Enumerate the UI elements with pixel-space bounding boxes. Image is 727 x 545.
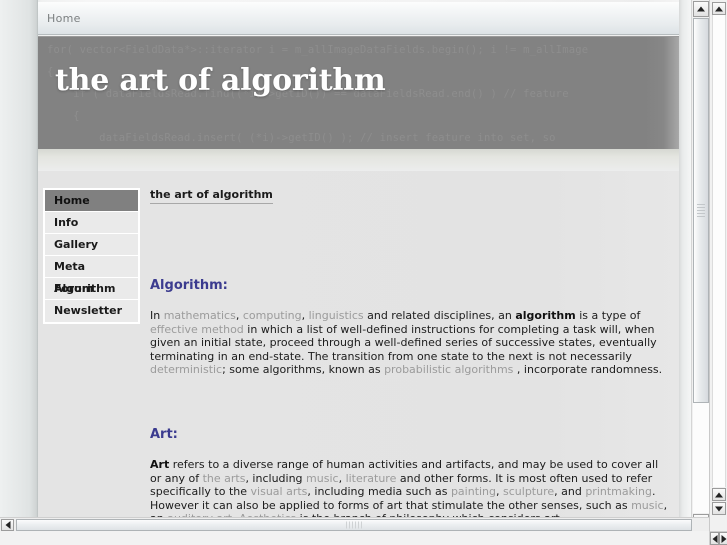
banner-edge-fade [645, 37, 679, 149]
window-scroll-up-secondary-button[interactable] [712, 488, 726, 501]
inline-link[interactable]: deterministic [150, 363, 222, 376]
topnav-item-home[interactable]: Home [47, 12, 81, 25]
inline-link[interactable]: sculpture [503, 485, 554, 498]
inline-link[interactable]: mathematics [164, 309, 236, 322]
inline-link[interactable]: music [631, 499, 664, 512]
inline-link[interactable]: literature [346, 472, 397, 485]
inline-link[interactable]: probabilistic algorithms [384, 363, 513, 376]
section-heading: Algorithm: [150, 278, 228, 293]
body-text: , including media such as [307, 485, 451, 499]
inline-link[interactable]: effective method [150, 323, 244, 336]
sidebar-menu: HomeInfoGalleryMeta AlgorithmForumNewsle… [43, 188, 140, 324]
body-text: , and [554, 485, 586, 499]
body-text: In [150, 309, 164, 322]
section-heading: Art: [150, 426, 178, 442]
body-text: and related disciplines, an [363, 309, 516, 322]
body-text: , [301, 309, 309, 322]
sidebar-item-newsletter[interactable]: Newsletter [45, 300, 138, 322]
inline-link[interactable]: linguistics [309, 309, 364, 322]
heading-spacer [150, 204, 670, 228]
inline-link[interactable]: music [306, 472, 339, 485]
body-text: , [338, 471, 346, 485]
page-viewport: Home for( vector<FieldData*>::iterator i… [0, 0, 709, 531]
inline-link[interactable]: computing [243, 309, 302, 322]
triangle-left-icon [5, 521, 10, 529]
emphasis-text: algorithm [515, 309, 576, 322]
triangle-up-icon [715, 492, 723, 497]
window-scroll-left-button[interactable] [710, 532, 719, 545]
inline-link[interactable]: painting [451, 485, 496, 498]
body-text: is a type of [575, 309, 641, 322]
page-vertical-scrollbar[interactable] [691, 0, 709, 531]
window-scroll-track[interactable] [712, 15, 726, 487]
inline-link[interactable]: the arts [203, 472, 246, 485]
sidebar-item-meta-algorithm[interactable]: Meta Algorithm [45, 256, 138, 295]
horizontal-scroll-thumb[interactable] [16, 519, 692, 531]
inline-link[interactable]: printmaking [585, 485, 652, 498]
body-text: , incorporate randomness. [513, 363, 663, 377]
page-horizontal-scrollbar[interactable] [0, 517, 709, 531]
paragraph: Art refers to a diverse range of human a… [150, 458, 670, 526]
scroll-left-button[interactable] [1, 519, 14, 531]
site-title: the art of algorithm [55, 63, 386, 98]
article-column: the art of algorithm Algorithm: In mathem… [150, 188, 670, 531]
sidebar-item-home[interactable]: Home [45, 190, 138, 212]
sidebar-item-gallery[interactable]: Gallery [45, 234, 138, 256]
paragraph: In mathematics, computing, linguistics a… [150, 309, 670, 377]
article-sections: Algorithm: In mathematics, computing, lin… [150, 278, 670, 531]
window-vertical-scrollbar[interactable] [709, 0, 727, 531]
body-text: , [235, 309, 243, 322]
banner-shadow-band [38, 149, 679, 171]
grip-icon [697, 203, 705, 218]
window-scrollbar-corner [709, 531, 727, 545]
page-title: the art of algorithm [150, 188, 273, 204]
grip-horizontal-icon [346, 521, 362, 529]
scroll-up-button[interactable] [693, 1, 709, 17]
triangle-up-icon [715, 6, 723, 11]
site-banner: for( vector<FieldData*>::iterator i = m_… [38, 36, 679, 149]
website-page: Home for( vector<FieldData*>::iterator i… [0, 0, 709, 531]
body-text: ; some algorithms, known as [222, 363, 385, 377]
window-scroll-up-button[interactable] [712, 2, 726, 15]
triangle-right-icon [721, 534, 726, 543]
main-content: HomeInfoGalleryMeta AlgorithmForumNewsle… [38, 171, 679, 531]
triangle-up-icon [697, 6, 705, 12]
vertical-scroll-thumb[interactable] [693, 18, 709, 403]
inline-link[interactable]: visual arts [251, 485, 308, 498]
browser-window: Home for( vector<FieldData*>::iterator i… [0, 0, 727, 545]
sidebar-item-forum[interactable]: Forum [45, 278, 138, 300]
triangle-down-icon [715, 506, 723, 511]
body-text: , including [245, 471, 307, 485]
sidebar-item-info[interactable]: Info [45, 212, 138, 234]
triangle-left-icon [712, 534, 717, 543]
emphasis-text: Art [150, 457, 170, 471]
window-scroll-right-button[interactable] [719, 532, 727, 545]
body-text: , [496, 485, 504, 499]
window-scroll-down-button[interactable] [712, 502, 726, 515]
site-top-navigation: Home [38, 2, 679, 35]
